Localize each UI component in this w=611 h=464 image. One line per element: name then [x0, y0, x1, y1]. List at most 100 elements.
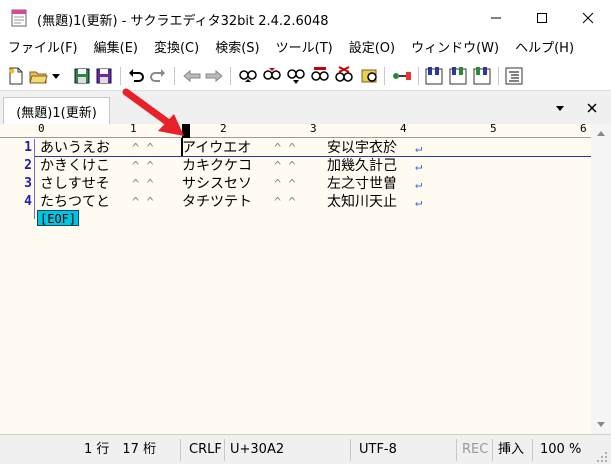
menu-edit[interactable]: 編集(E): [86, 36, 146, 62]
tab-close-button[interactable]: [582, 97, 602, 119]
macro-record-status: REC: [462, 442, 489, 457]
redo-icon[interactable]: [148, 66, 168, 86]
replace-icon[interactable]: [310, 66, 330, 86]
tab-marker: ^ ^: [274, 195, 296, 209]
menu-window[interactable]: ウィンドウ(W): [403, 36, 507, 62]
outline-icon[interactable]: [504, 66, 524, 86]
bookmark-prev-icon[interactable]: [472, 66, 492, 86]
new-file-icon[interactable]: [6, 66, 26, 86]
search-down-icon[interactable]: [286, 66, 306, 86]
maximize-button[interactable]: [519, 0, 565, 36]
tag-jump-icon[interactable]: [392, 66, 412, 86]
text-line[interactable]: かきくけこ ^ ^ カキクケコ ^ ^ 加幾久計己 ↵: [40, 157, 422, 175]
ruler-label: 0: [38, 122, 45, 135]
vertical-scrollbar[interactable]: [591, 124, 611, 434]
sakura-app-icon: [11, 9, 27, 27]
text-hiragana: さしすせそ: [40, 176, 110, 192]
eof-marker: [EOF]: [37, 210, 80, 226]
text-kanji: 加幾久計己: [327, 158, 397, 174]
line-number-gutter: 1 2 3 4: [0, 139, 35, 434]
scroll-up-button[interactable]: [591, 124, 611, 142]
newline-type: CRLF: [189, 442, 222, 457]
search-next-icon[interactable]: [262, 66, 282, 86]
line-number: 2: [24, 158, 32, 173]
text-kanji: 太知川天止: [327, 194, 397, 210]
close-button[interactable]: [565, 0, 611, 36]
clear-mark-icon[interactable]: [334, 66, 354, 86]
tab-marker: ^ ^: [132, 159, 154, 173]
encoding[interactable]: UTF-8: [359, 435, 397, 464]
text-line[interactable]: たちつてと ^ ^ タチツテト ^ ^ 太知川天止 ↵: [40, 193, 422, 211]
menu-bar: ファイル(F) 編集(E) 変換(C) 検索(S) ツール(T) 設定(O) ウ…: [0, 36, 611, 62]
chevron-down-icon: [597, 422, 605, 427]
status-separator: [456, 439, 457, 461]
title-bar: (無題)1(更新) - サクラエディタ32bit 2.4.2.6048: [0, 0, 611, 36]
status-separator: [492, 439, 493, 461]
toolbar: [0, 62, 611, 90]
text-katakana: サシスセソ: [182, 176, 252, 192]
grep-icon[interactable]: [360, 66, 380, 86]
text-kanji: 左之寸世曽: [327, 176, 397, 192]
ruler-label: 3: [310, 122, 317, 135]
menu-help[interactable]: ヘルプ(H): [507, 36, 582, 62]
text-hiragana: あいうえお: [40, 140, 110, 156]
toolbar-separator: [174, 67, 175, 85]
ruler-label: 2: [220, 122, 227, 135]
menu-convert[interactable]: 変換(C): [146, 36, 207, 62]
dropdown-icon[interactable]: [50, 66, 62, 86]
tab-marker: ^ ^: [132, 177, 154, 191]
character-code: U+30A2: [230, 442, 285, 457]
text-line[interactable]: あいうえお ^ ^ アイウエオ ^ ^ 安以宇衣於 ↵: [40, 139, 422, 157]
status-separator: [532, 439, 533, 461]
tab-marker: ^ ^: [274, 177, 296, 191]
close-icon: [587, 103, 597, 113]
cursor-line-underline: [35, 156, 591, 157]
bookmark-next-icon[interactable]: [448, 66, 468, 86]
newline-marker: ↵: [415, 141, 423, 155]
menu-tools[interactable]: ツール(T): [268, 36, 341, 62]
line-number: 1: [24, 140, 32, 155]
tab-marker: ^ ^: [132, 195, 154, 209]
document-tab-label: (無題)1(更新): [16, 106, 97, 121]
resize-grip-icon[interactable]: [596, 451, 608, 463]
text-katakana: タチツテト: [182, 194, 252, 210]
scroll-down-button[interactable]: [591, 416, 611, 434]
jump-next-icon[interactable]: [204, 66, 224, 86]
status-separator: [180, 439, 181, 461]
text-katakana: カキクケコ: [182, 158, 252, 174]
save-all-icon[interactable]: [94, 66, 114, 86]
menu-file[interactable]: ファイル(F): [0, 36, 86, 62]
minimize-button[interactable]: [473, 0, 519, 36]
text-line[interactable]: さしすせそ ^ ^ サシスセソ ^ ^ 左之寸世曽 ↵: [40, 175, 422, 193]
open-folder-icon[interactable]: [28, 66, 48, 86]
editor-area[interactable]: 0 1 2 3 4 5 6 1 2 3 4 あいうえお ^ ^ アイウエオ ^ …: [0, 122, 591, 434]
tab-marker: ^ ^: [274, 159, 296, 173]
newline-marker: ↵: [415, 159, 423, 173]
gutter-divider: [34, 139, 35, 219]
bookmark-toggle-icon[interactable]: [424, 66, 444, 86]
newline-marker: ↵: [415, 177, 423, 191]
window-title: (無題)1(更新) - サクラエディタ32bit 2.4.2.6048: [37, 14, 329, 29]
status-bar: 1 行 17 桁 CRLF U+30A2 UTF-8 REC 挿入 100 %: [0, 434, 611, 464]
chevron-up-icon: [597, 131, 605, 136]
status-separator: [224, 439, 225, 461]
menu-settings[interactable]: 設定(O): [341, 36, 403, 62]
tab-list-button[interactable]: [550, 97, 570, 119]
save-icon[interactable]: [72, 66, 92, 86]
ruler-label: 6: [580, 122, 587, 135]
text-hiragana: かきくけこ: [40, 158, 110, 174]
status-separator: [350, 439, 351, 461]
ruler-label: 4: [400, 122, 407, 135]
search-prev-icon[interactable]: [238, 66, 258, 86]
toolbar-separator: [498, 67, 499, 85]
insert-mode: 挿入: [498, 442, 525, 457]
tab-list-icon: [556, 106, 564, 111]
menu-search[interactable]: 検索(S): [207, 36, 267, 62]
text-kanji: 安以宇衣於: [327, 140, 397, 156]
undo-icon[interactable]: [126, 66, 146, 86]
jump-prev-icon[interactable]: [182, 66, 202, 86]
newline-marker: ↵: [415, 195, 423, 209]
line-number: 4: [24, 194, 32, 209]
annotation-arrow-icon: [122, 88, 184, 136]
document-tab[interactable]: (無題)1(更新): [3, 97, 110, 125]
